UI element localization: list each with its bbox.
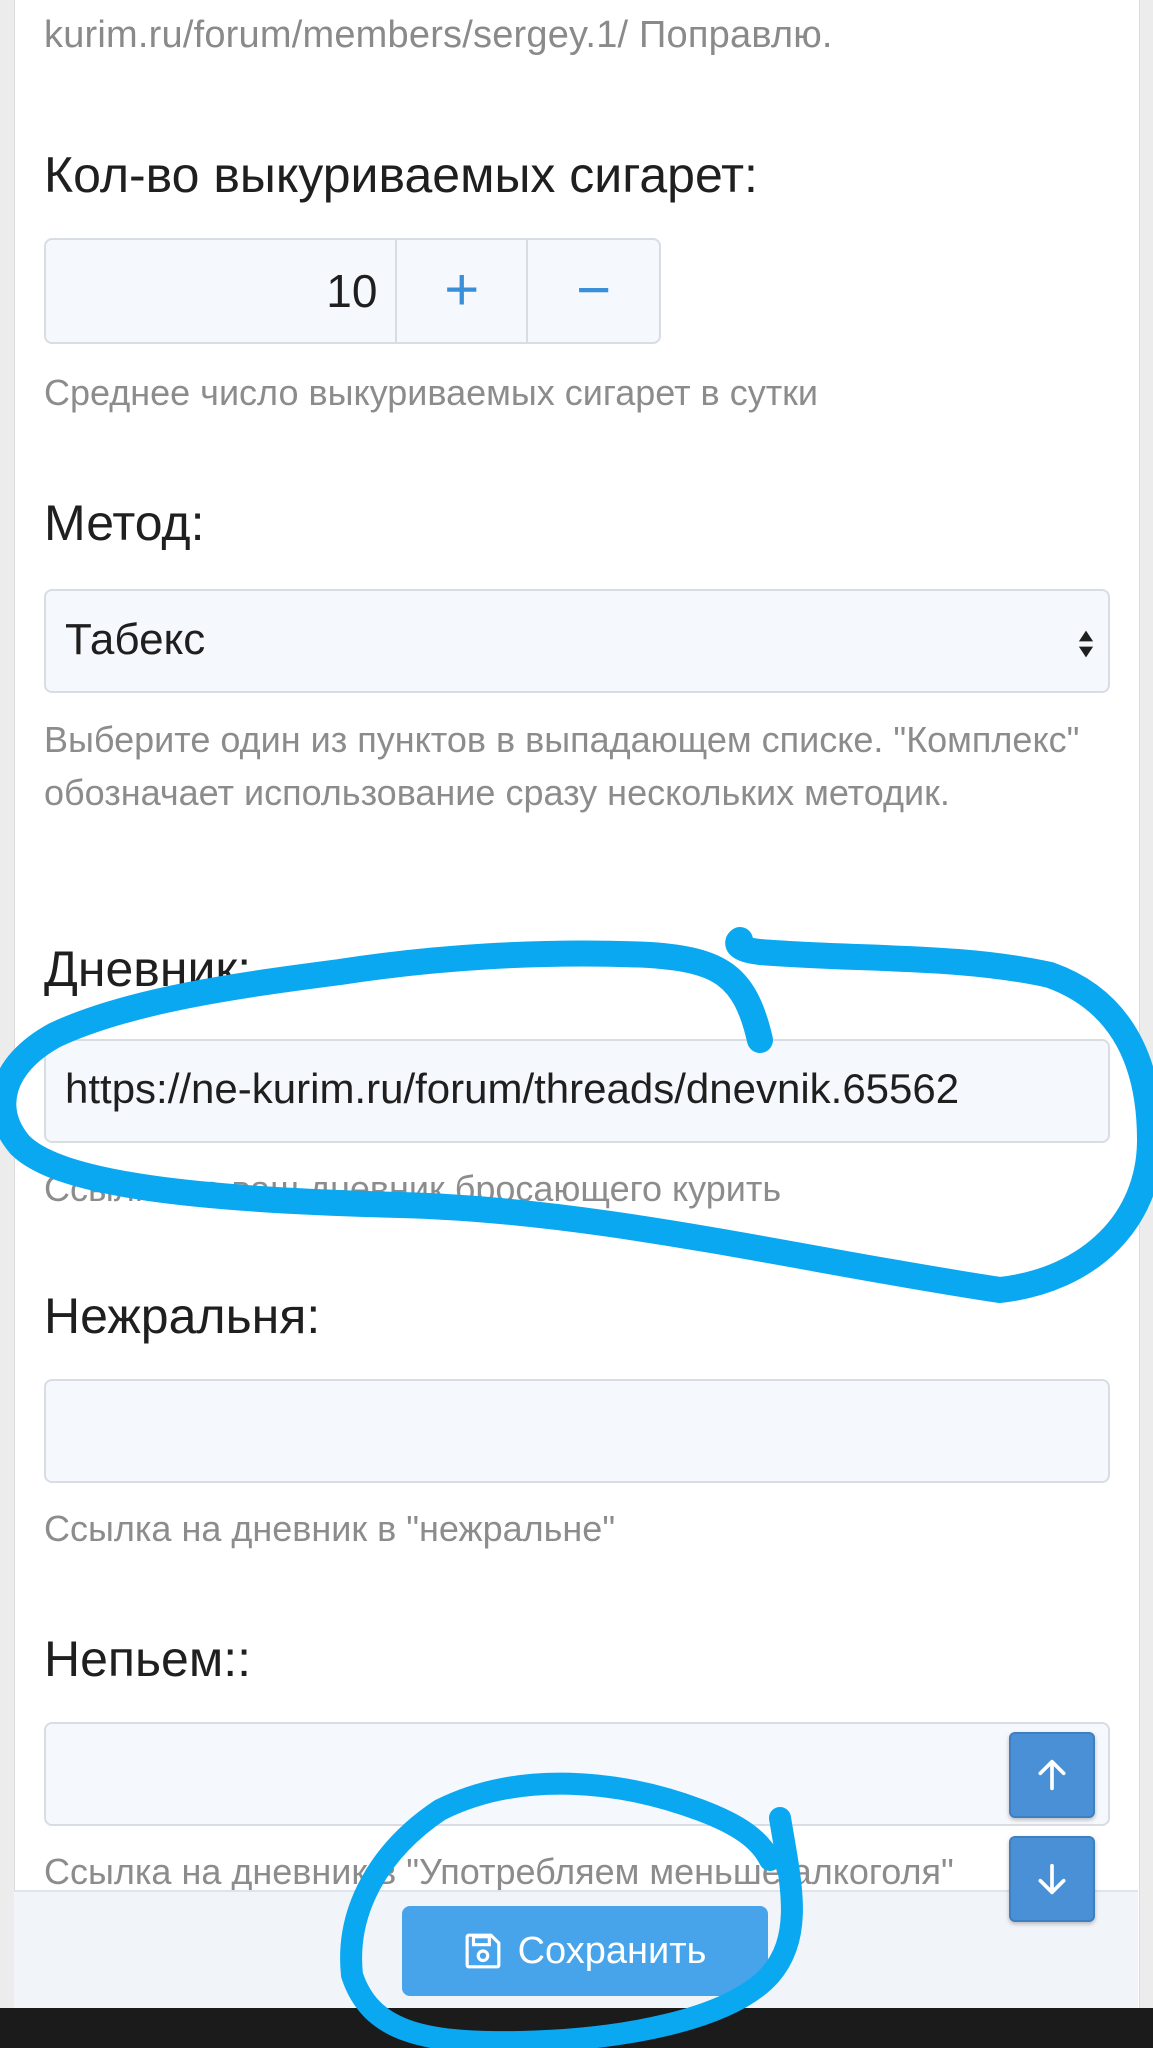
diary-input[interactable]: https://ne-kurim.ru/forum/threads/dnevni… bbox=[44, 1039, 1110, 1143]
cigarettes-hint: Среднее число выкуриваемых сигарет в сут… bbox=[44, 372, 819, 413]
floppy-disk-icon bbox=[465, 1933, 500, 1969]
nepyem-input[interactable] bbox=[44, 1722, 1110, 1826]
form-footer: Сохранить bbox=[14, 1890, 1138, 2010]
arrow-down-icon bbox=[1038, 1863, 1066, 1895]
save-button[interactable]: Сохранить bbox=[402, 1906, 768, 1996]
system-navigation-bar bbox=[0, 2008, 1153, 2048]
nezhralnya-input[interactable] bbox=[44, 1379, 1110, 1483]
select-arrows-icon bbox=[1078, 630, 1094, 658]
method-select[interactable]: Табекс bbox=[44, 589, 1110, 693]
save-button-label: Сохранить bbox=[517, 1929, 707, 1972]
diary-label: Дневник: bbox=[44, 941, 252, 997]
decrement-button[interactable]: − bbox=[528, 240, 659, 342]
cigarettes-label: Кол-во выкуриваемых сигарет: bbox=[44, 147, 758, 203]
method-selected-value: Табекс bbox=[65, 615, 206, 664]
nepyem-label: Непьем:: bbox=[44, 1631, 252, 1687]
cigarettes-stepper: 10 + − bbox=[44, 238, 661, 344]
diary-input-value: https://ne-kurim.ru/forum/threads/dnevni… bbox=[65, 1065, 960, 1112]
method-label: Метод: bbox=[44, 495, 205, 551]
scroll-down-button[interactable] bbox=[1009, 1836, 1095, 1922]
nezhralnya-hint: Ссылка на дневник в "нежральне" bbox=[44, 1508, 616, 1549]
scroll-up-button[interactable] bbox=[1009, 1732, 1095, 1818]
nezhralnya-label: Нежральня: bbox=[44, 1288, 321, 1344]
method-hint: Выберите один из пунктов в выпадающем сп… bbox=[44, 719, 1080, 813]
profile-link-text: kurim.ru/forum/members/sergey.1/ Поправл… bbox=[44, 14, 833, 56]
increment-button[interactable]: + bbox=[397, 240, 529, 342]
cigarettes-value-input[interactable]: 10 bbox=[46, 240, 398, 342]
diary-hint: Ссылка на ваш дневник бросающего курить bbox=[44, 1168, 782, 1209]
page: kurim.ru/forum/members/sergey.1/ Поправл… bbox=[0, 0, 1153, 2048]
arrow-up-icon bbox=[1038, 1759, 1066, 1791]
